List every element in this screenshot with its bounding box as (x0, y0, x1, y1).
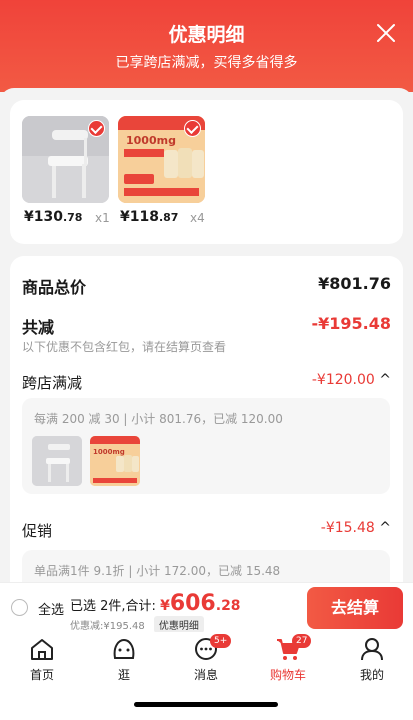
product-qty: x1 (95, 211, 110, 225)
close-icon[interactable] (375, 22, 397, 44)
discount-value: -¥195.48 (311, 314, 391, 333)
selected-check-icon (184, 120, 201, 137)
cross-store-toggle[interactable]: -¥120.00 ^ (312, 372, 391, 388)
order-summary: 已选 2件,合计: ¥606.28 (70, 591, 241, 616)
header: 优惠明细 已享跨店满减，买得多省得多 (0, 0, 413, 92)
profile-icon (361, 638, 383, 661)
selected-count: 已选 2件,合计: (70, 599, 156, 614)
message-badge: 5+ (210, 634, 232, 648)
promotion-label: 促销 (22, 522, 53, 540)
product-price: ¥130.78 (24, 209, 83, 225)
browse-icon (113, 638, 135, 659)
page-subtitle: 已享跨店满减，买得多省得多 (115, 55, 298, 71)
thumb-text: 1000mg (93, 448, 125, 456)
promotion-value: -¥15.48 (320, 520, 375, 536)
discount-amount: 优惠减:¥195.48 (70, 621, 145, 632)
total-label: 商品总价 (22, 278, 87, 297)
selected-check-icon (88, 120, 105, 137)
discount-note: 以下优惠不包含红包，请在结算页查看 (22, 340, 227, 354)
checkout-button[interactable]: 去结算 (307, 587, 403, 629)
cart-badge: 27 (292, 634, 312, 648)
tab-home[interactable]: 首页 (12, 636, 72, 683)
chevron-up-icon: ^ (379, 520, 391, 536)
cross-store-detail-text: 每满 200 减 30 | 小计 801.76，已减 120.00 (34, 412, 283, 426)
home-icon (31, 639, 53, 660)
promotion-detail-text: 单品满1件 9.1折 | 小计 172.00，已减 15.48 (34, 564, 281, 578)
supplement-thumb: 1000mg (90, 436, 140, 486)
discount-detail-button[interactable]: 优惠明细 (153, 616, 204, 633)
tab-browse[interactable]: 逛 (94, 636, 154, 683)
tab-messages[interactable]: 5+ 消息 (176, 634, 236, 683)
discount-card: 商品总价 ¥801.76 共减 -¥195.48 以下优惠不包含红包，请在结算页… (10, 256, 403, 596)
product-card: ¥130.78 x1 1000mg ¥118.87 x4 (10, 100, 403, 244)
select-all-radio[interactable] (11, 599, 28, 616)
product-item[interactable]: ¥130.78 x1 (22, 116, 110, 225)
chair-image (22, 116, 109, 203)
product-price: ¥118.87 (120, 209, 179, 225)
supplement-image: 1000mg (118, 116, 205, 203)
promotion-toggle[interactable]: -¥15.48 ^ (321, 520, 391, 536)
discount-label: 共减 (22, 318, 55, 337)
total-value: ¥801.76 (318, 274, 391, 293)
tab-profile[interactable]: 我的 (342, 636, 402, 683)
checkout-bar: 全选 已选 2件,合计: ¥606.28 优惠减:¥195.48 优惠明细 去结… (0, 582, 413, 633)
chevron-up-icon: ^ (379, 372, 391, 388)
select-all-label[interactable]: 全选 (38, 599, 64, 618)
chair-thumb (32, 436, 82, 486)
discount-line: 优惠减:¥195.48 优惠明细 (70, 616, 204, 633)
thumb-text: 1000mg (126, 134, 176, 147)
home-indicator (134, 702, 278, 707)
order-total: ¥606.28 (160, 591, 241, 616)
cross-store-label: 跨店满减 (22, 374, 83, 392)
product-qty: x4 (190, 211, 205, 225)
product-item[interactable]: 1000mg ¥118.87 x4 (118, 116, 205, 225)
cross-store-value: -¥120.00 (311, 372, 375, 388)
page-title: 优惠明细 (168, 24, 245, 46)
tab-cart[interactable]: 27 购物车 (258, 634, 318, 683)
cross-store-detail: 每满 200 减 30 | 小计 801.76，已减 120.00 1000mg (22, 398, 390, 494)
